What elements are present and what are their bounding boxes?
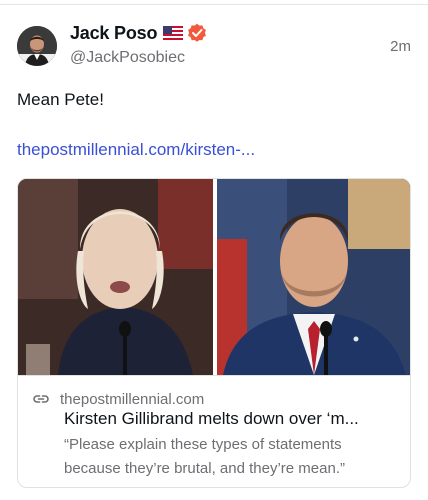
author-handle[interactable]: @JackPosobiec [70,49,185,67]
verified-badge-icon [187,23,207,43]
post-text: Mean Pete! [17,90,104,109]
link-preview-card[interactable]: thepostmillennial.com Kirsten Gillibrand… [17,178,411,488]
card-title[interactable]: Kirsten Gillibrand melts down over ‘m... [64,409,404,429]
card-description: “Please explain these types of statement… [64,436,345,477]
avatar[interactable] [17,26,57,66]
link-icon [32,390,50,408]
card-divider [18,375,410,376]
link-preview-image [18,179,410,375]
display-name[interactable]: Jack Poso [70,23,157,44]
author-row[interactable]: Jack Poso [70,22,207,44]
post-link[interactable]: thepostmillennial.com/kirsten-... [17,140,255,160]
card-domain: thepostmillennial.com [60,390,205,408]
card-meta: thepostmillennial.com [32,389,204,409]
post-timestamp: 2m [390,38,411,55]
us-flag-icon [163,26,184,40]
post[interactable]: Jack Poso @JackPosobiec 2m Mean Pete! th… [0,0,428,500]
